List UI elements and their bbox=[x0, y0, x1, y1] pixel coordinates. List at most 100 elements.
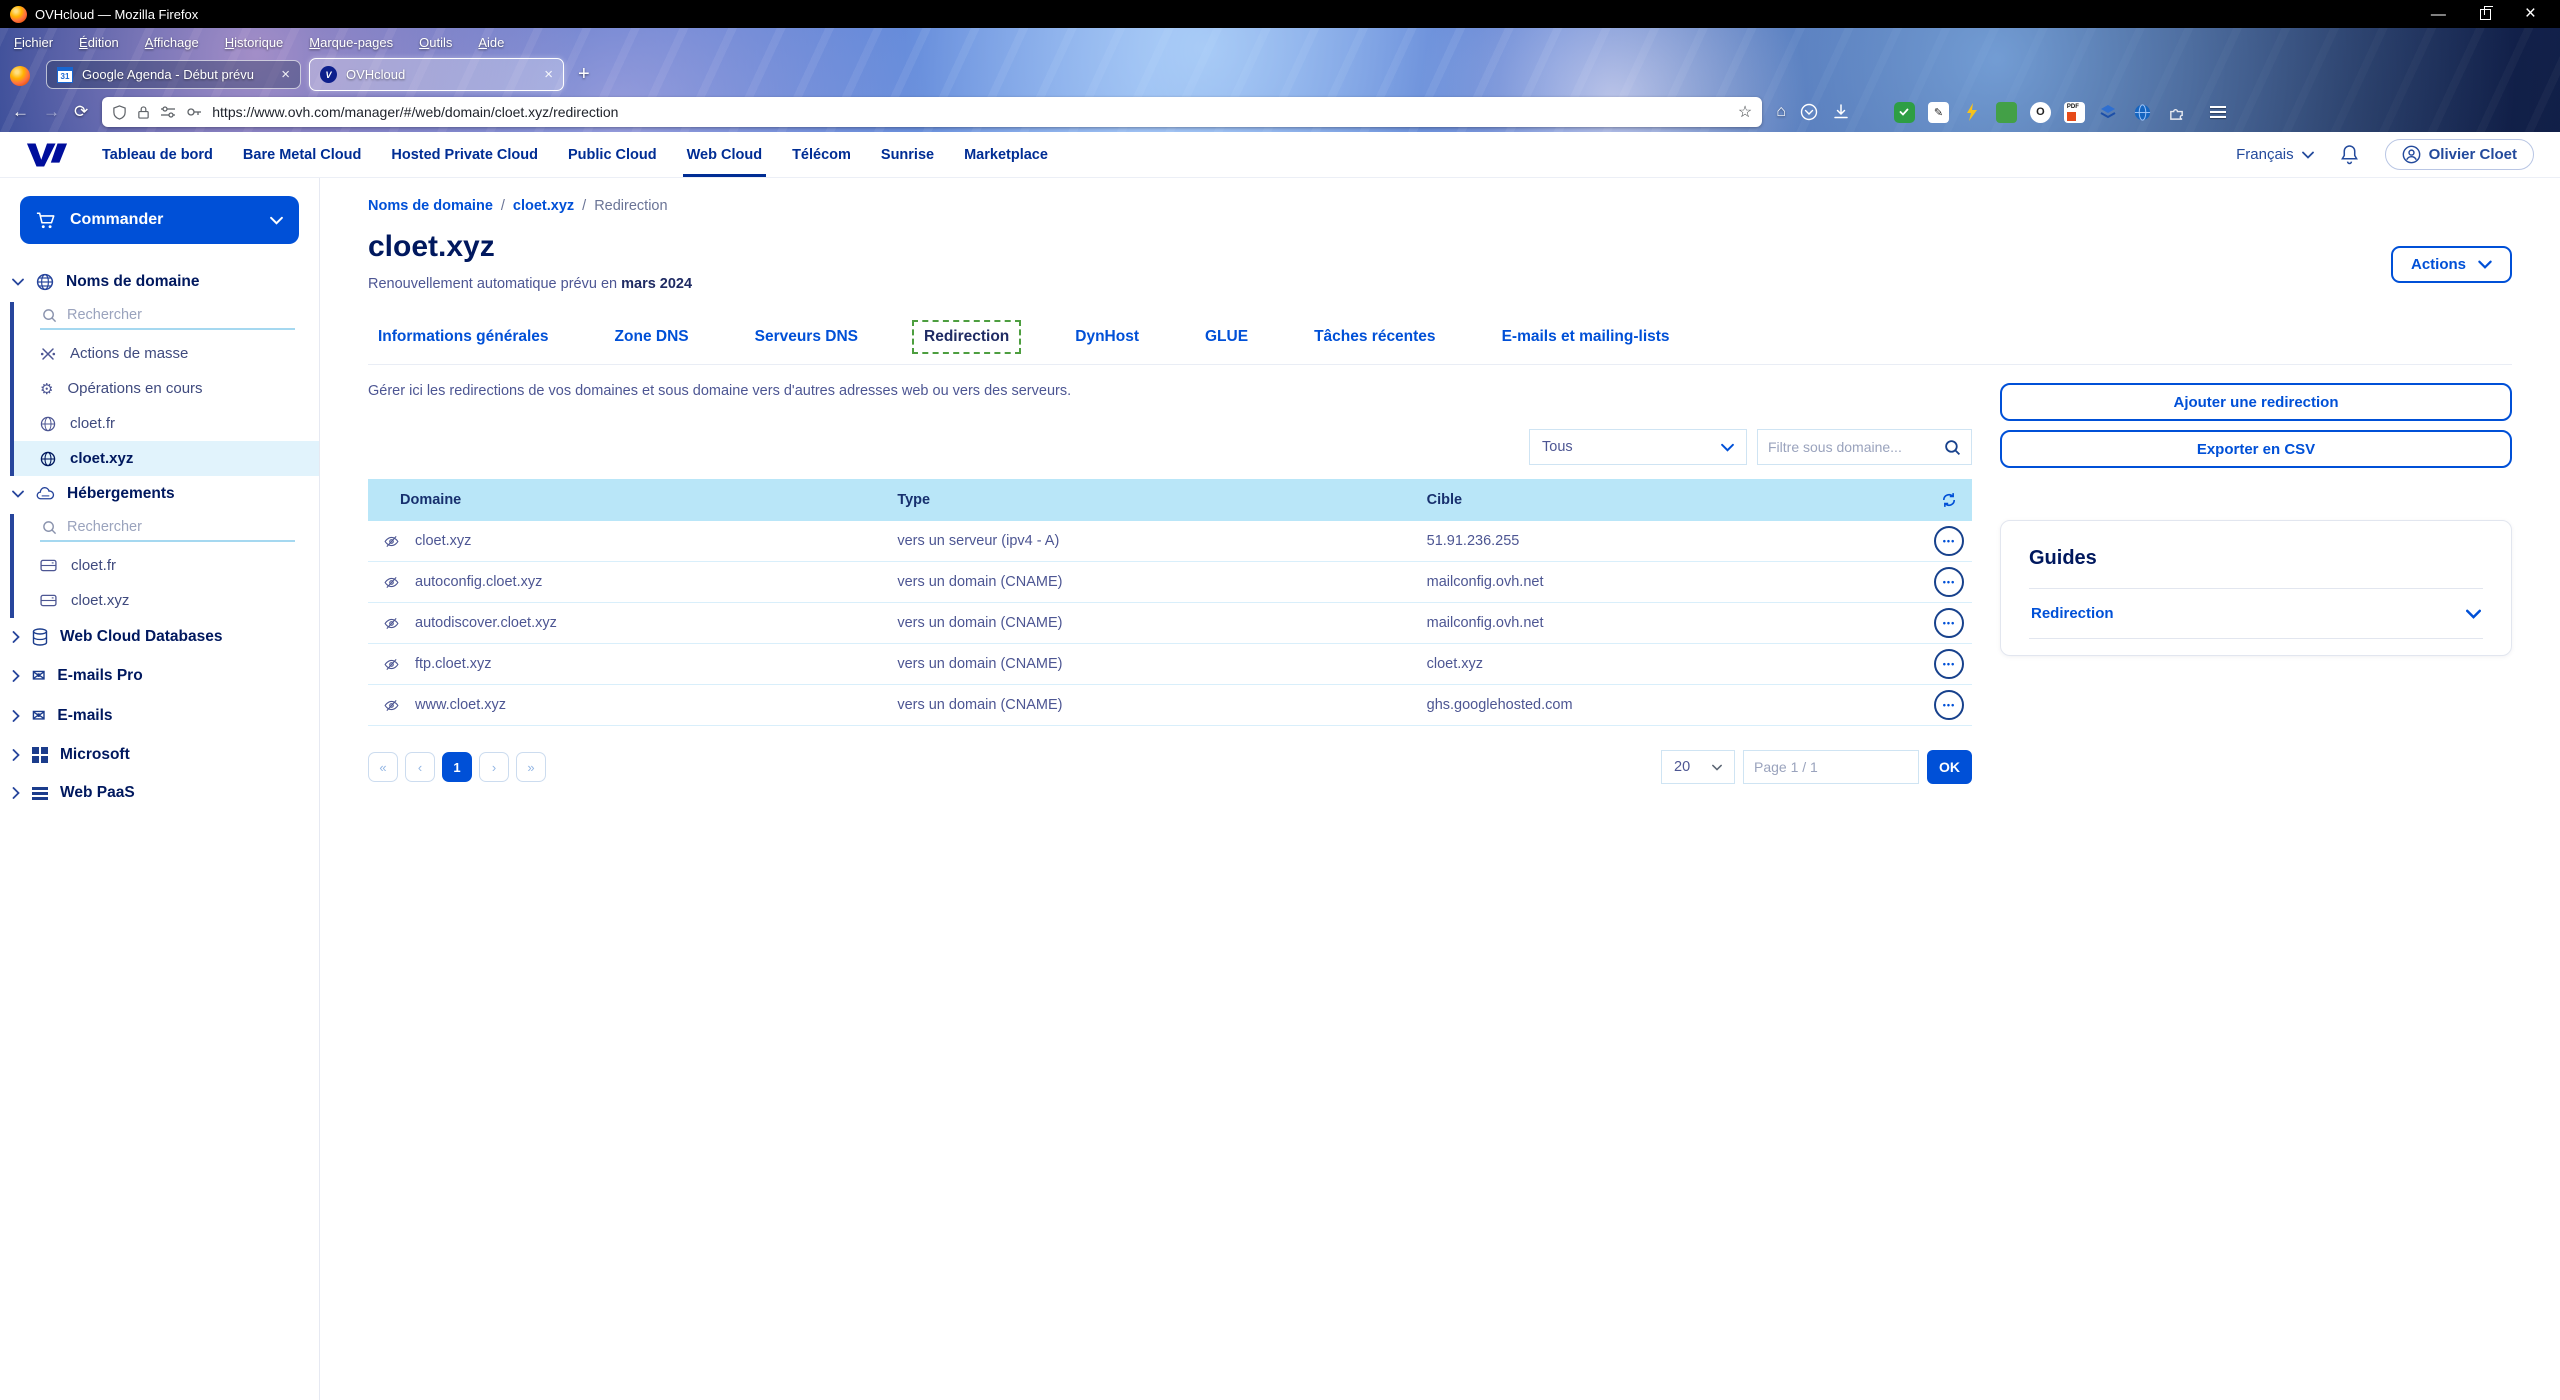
puzzle-icon[interactable] bbox=[2166, 102, 2187, 123]
sidebar-section-domains[interactable]: Noms de domaine bbox=[0, 264, 319, 300]
back-icon[interactable]: ← bbox=[12, 102, 29, 122]
lightning-icon[interactable] bbox=[1962, 102, 1983, 123]
language-selector[interactable]: Français bbox=[2236, 146, 2314, 163]
tab-close-icon[interactable]: × bbox=[281, 66, 290, 83]
menu-historique[interactable]: Historique bbox=[225, 35, 284, 50]
breadcrumb-domains-link[interactable]: Noms de domaine bbox=[368, 198, 493, 214]
tab-taches-recentes[interactable]: Tâches récentes bbox=[1304, 322, 1446, 352]
nav-marketplace[interactable]: Marketplace bbox=[964, 132, 1048, 177]
page-number-input[interactable] bbox=[1743, 750, 1919, 784]
firefox-tab-icon[interactable] bbox=[10, 66, 30, 86]
nav-public-cloud[interactable]: Public Cloud bbox=[568, 132, 657, 177]
lock-icon[interactable] bbox=[137, 105, 150, 120]
row-actions-menu-button[interactable]: ••• bbox=[1934, 608, 1964, 638]
column-header-domaine[interactable]: Domaine bbox=[368, 492, 897, 508]
green-square-extension-icon[interactable] bbox=[1995, 101, 2017, 123]
pagination-first-button[interactable]: « bbox=[368, 752, 398, 782]
sidebar-section-emails-pro[interactable]: ✉ E-mails Pro bbox=[0, 656, 319, 696]
page-size-select[interactable]: 20 bbox=[1661, 750, 1735, 784]
menu-affichage[interactable]: Affichage bbox=[145, 35, 199, 50]
shield-icon[interactable] bbox=[112, 104, 127, 120]
menu-aide[interactable]: Aide bbox=[478, 35, 504, 50]
pocket-icon[interactable] bbox=[1800, 103, 1818, 121]
key-icon[interactable] bbox=[186, 105, 202, 119]
sidebar-section-web-paas[interactable]: Web PaaS bbox=[0, 774, 319, 812]
permissions-sliders-icon[interactable] bbox=[160, 105, 176, 119]
forward-icon[interactable]: → bbox=[43, 102, 60, 122]
tab-informations-generales[interactable]: Informations générales bbox=[368, 322, 559, 352]
row-actions-menu-button[interactable]: ••• bbox=[1934, 526, 1964, 556]
tab-redirection[interactable]: Redirection bbox=[911, 320, 1022, 354]
menu-hamburger-icon[interactable] bbox=[2209, 106, 2226, 118]
row-actions-menu-button[interactable]: ••• bbox=[1934, 690, 1964, 720]
menu-outils[interactable]: Outils bbox=[419, 35, 452, 50]
tab-zone-dns[interactable]: Zone DNS bbox=[605, 322, 699, 352]
sidebar-item-actions-de-masse[interactable]: Actions de masse bbox=[14, 336, 319, 371]
reload-icon[interactable]: ⟳ bbox=[74, 102, 88, 122]
browser-tab-ovhcloud[interactable]: V OVHcloud × bbox=[309, 58, 564, 91]
sidebar-item-operations-en-cours[interactable]: ⚙ Opérations en cours bbox=[14, 371, 319, 406]
row-actions-menu-button[interactable]: ••• bbox=[1934, 649, 1964, 679]
minimize-button[interactable]: — bbox=[2431, 6, 2446, 23]
breadcrumb-domain-link[interactable]: cloet.xyz bbox=[513, 198, 574, 214]
nav-bare-metal-cloud[interactable]: Bare Metal Cloud bbox=[243, 132, 361, 177]
ovh-logo[interactable] bbox=[26, 141, 68, 169]
actions-button[interactable]: Actions bbox=[2390, 246, 2512, 283]
url-text[interactable]: https://www.ovh.com/manager/#/web/domain… bbox=[212, 104, 1728, 120]
column-header-cible[interactable]: Cible bbox=[1427, 492, 1926, 508]
tab-emails-mailing-lists[interactable]: E-mails et mailing-lists bbox=[1492, 322, 1680, 352]
sidebar-section-web-cloud-databases[interactable]: Web Cloud Databases bbox=[0, 618, 319, 656]
notifications-bell-icon[interactable] bbox=[2340, 144, 2359, 165]
sidebar-section-emails[interactable]: ✉ E-mails bbox=[0, 696, 319, 736]
sidebar-item-domain-cloet-fr[interactable]: cloet.fr bbox=[14, 406, 319, 441]
nav-tableau-de-bord[interactable]: Tableau de bord bbox=[102, 132, 213, 177]
order-button[interactable]: Commander bbox=[20, 196, 299, 244]
add-redirection-button[interactable]: Ajouter une redirection bbox=[2000, 383, 2512, 421]
pagination-prev-button[interactable]: ‹ bbox=[405, 752, 435, 782]
new-tab-button[interactable]: + bbox=[578, 63, 590, 86]
pagination-last-button[interactable]: » bbox=[516, 752, 546, 782]
tab-dynhost[interactable]: DynHost bbox=[1065, 322, 1149, 352]
domains-search-field[interactable]: Rechercher bbox=[40, 302, 295, 330]
menu-edition[interactable]: Édition bbox=[79, 35, 119, 50]
pagination-ok-button[interactable]: OK bbox=[1927, 750, 1972, 784]
sidebar-item-hosting-cloet-xyz[interactable]: cloet.xyz bbox=[14, 583, 319, 618]
adblock-shield-icon[interactable] bbox=[1893, 101, 1915, 123]
signature-pen-icon[interactable]: ✎ bbox=[1927, 101, 1949, 123]
sidebar-section-hosting[interactable]: Hébergements bbox=[0, 476, 319, 512]
pagination-page-1-button[interactable]: 1 bbox=[442, 752, 472, 782]
browser-tab-google-agenda[interactable]: 31 Google Agenda - Début prévu × bbox=[46, 60, 301, 89]
pagination-next-button[interactable]: › bbox=[479, 752, 509, 782]
tab-close-icon[interactable]: × bbox=[544, 66, 553, 83]
user-account-button[interactable]: Olivier Cloet bbox=[2384, 139, 2534, 170]
refresh-icon[interactable] bbox=[1940, 491, 1958, 509]
circle-o-extension-icon[interactable]: O bbox=[2029, 101, 2051, 123]
sidebar-section-microsoft[interactable]: Microsoft bbox=[0, 736, 319, 774]
nav-sunrise[interactable]: Sunrise bbox=[881, 132, 934, 177]
hosting-search-field[interactable]: Rechercher bbox=[40, 514, 295, 542]
sidebar-item-domain-cloet-xyz[interactable]: cloet.xyz bbox=[14, 441, 319, 476]
pdf-extension-icon[interactable]: PDF bbox=[2063, 101, 2085, 123]
search-icon[interactable] bbox=[1944, 439, 1961, 456]
home-icon[interactable]: ⌂ bbox=[1776, 103, 1786, 121]
bookmark-star-icon[interactable]: ☆ bbox=[1738, 102, 1752, 122]
stack-arrows-icon[interactable] bbox=[2098, 102, 2119, 123]
globe-extension-icon[interactable] bbox=[2132, 102, 2153, 123]
nav-hosted-private-cloud[interactable]: Hosted Private Cloud bbox=[391, 132, 538, 177]
nav-web-cloud[interactable]: Web Cloud bbox=[682, 132, 767, 177]
tab-serveurs-dns[interactable]: Serveurs DNS bbox=[745, 322, 868, 352]
menu-marque-pages[interactable]: Marque-pages bbox=[309, 35, 393, 50]
restore-button[interactable] bbox=[2479, 5, 2493, 20]
export-csv-button[interactable]: Exporter en CSV bbox=[2000, 430, 2512, 468]
guide-redirection-link[interactable]: Redirection bbox=[2029, 589, 2483, 638]
subdomain-filter-input[interactable] bbox=[1768, 439, 1936, 455]
column-header-type[interactable]: Type bbox=[897, 492, 1426, 508]
row-actions-menu-button[interactable]: ••• bbox=[1934, 567, 1964, 597]
url-bar[interactable]: https://www.ovh.com/manager/#/web/domain… bbox=[102, 97, 1763, 127]
type-filter-select[interactable]: Tous bbox=[1529, 429, 1747, 465]
download-icon[interactable] bbox=[1832, 103, 1850, 121]
nav-telecom[interactable]: Télécom bbox=[792, 132, 851, 177]
menu-fichier[interactable]: Fichier bbox=[14, 35, 53, 50]
close-button[interactable]: × bbox=[2525, 3, 2536, 25]
sidebar-item-hosting-cloet-fr[interactable]: cloet.fr bbox=[14, 548, 319, 583]
